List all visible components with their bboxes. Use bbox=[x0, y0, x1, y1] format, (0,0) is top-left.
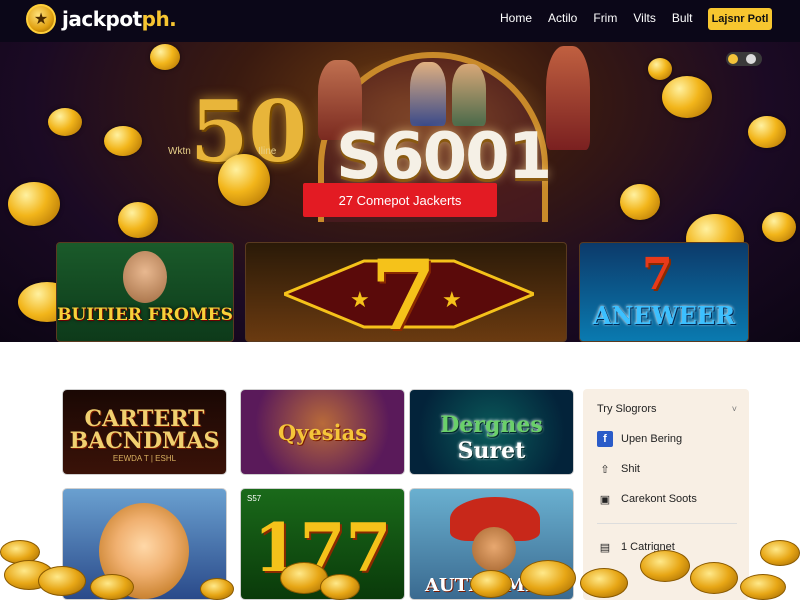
hero-small-right: Iline bbox=[258, 146, 277, 157]
nav-vilts[interactable]: Vilts bbox=[633, 11, 655, 25]
logo-sun-icon: ★ bbox=[26, 4, 56, 34]
hero-card-3-title: ANEWEER bbox=[592, 301, 736, 330]
hero-card-2-title: 7 bbox=[370, 242, 437, 342]
arrow-up-icon: ⇧ bbox=[600, 463, 610, 476]
jackpot-cta-button[interactable]: 27 Comepot Jackerts bbox=[303, 183, 497, 217]
hero-card-3-badge: 7 bbox=[642, 249, 673, 300]
host-character bbox=[123, 251, 167, 303]
coin-icon bbox=[762, 212, 796, 242]
brand-logo[interactable]: ★ jackpotph. bbox=[26, 4, 177, 34]
sidebar-item-label: Upen Bering bbox=[621, 433, 683, 445]
nav-home[interactable]: Home bbox=[500, 11, 532, 25]
star-icon: ★ bbox=[442, 287, 462, 312]
coin-icon bbox=[90, 574, 134, 600]
game-1-subline: EEWDA T | ESHL bbox=[112, 454, 177, 463]
game-tile-3[interactable]: Dergnes Suret bbox=[409, 389, 574, 475]
coin-icon bbox=[320, 574, 360, 600]
nav-bult[interactable]: Bult bbox=[672, 11, 693, 25]
game-3-title-b: Suret bbox=[457, 438, 526, 464]
coin-icon bbox=[648, 58, 672, 80]
game-tile-2[interactable]: Qyesias bbox=[240, 389, 405, 475]
logo-text-main: jackpot bbox=[62, 7, 142, 31]
sidebar-item-label: Try Slogrors bbox=[597, 403, 657, 415]
coin-icon bbox=[470, 570, 512, 598]
game-3-title-a: Dergnes bbox=[440, 412, 543, 438]
theme-toggle[interactable] bbox=[726, 52, 762, 66]
coin-icon bbox=[218, 154, 270, 206]
game-1-title: CARTERT BACNDMAS bbox=[69, 406, 220, 454]
hero-character-right bbox=[546, 46, 590, 150]
coin-icon bbox=[748, 116, 786, 148]
game-5-corner: S57 bbox=[247, 494, 262, 503]
coin-icon bbox=[580, 568, 628, 598]
sidebar-divider bbox=[597, 523, 737, 524]
hero-character-center-2 bbox=[452, 64, 486, 126]
hero-game-card-2[interactable]: ★ ★ 7 bbox=[245, 242, 567, 342]
sidebar-item-upen[interactable]: f Upen Bering bbox=[597, 431, 737, 447]
coin-icon bbox=[520, 560, 576, 596]
sidebar-item-shit[interactable]: ⇧ Shit bbox=[597, 461, 737, 477]
sidebar-item-carekont[interactable]: ▣ Carekont Soots bbox=[597, 491, 737, 507]
game-2-title: Qyesias bbox=[277, 420, 368, 445]
chevron-down-icon: ˅ bbox=[731, 404, 737, 414]
sidebar-item-label: Shit bbox=[621, 463, 640, 475]
signup-button[interactable]: Lajsnr Potl bbox=[708, 8, 772, 30]
nav-frim[interactable]: Frim bbox=[593, 11, 617, 25]
hero-character-center-1 bbox=[410, 62, 446, 126]
main-nav: Home Actilo Frim Vilts Bult bbox=[500, 11, 709, 25]
coin-icon bbox=[104, 126, 142, 156]
nav-actilo[interactable]: Actilo bbox=[548, 11, 577, 25]
hero-small-left: Wktn bbox=[168, 146, 191, 157]
coin-icon bbox=[8, 182, 60, 226]
gift-icon: ▣ bbox=[599, 493, 611, 506]
sidebar-item-try[interactable]: Try Slogrors ˅ bbox=[597, 403, 737, 415]
coin-icon bbox=[200, 578, 234, 600]
game-tile-1[interactable]: CARTERT BACNDMAS EEWDA T | ESHL bbox=[62, 389, 227, 475]
coin-icon bbox=[662, 76, 712, 118]
coin-icon bbox=[38, 566, 86, 596]
facebook-icon: f bbox=[597, 431, 613, 447]
sombrero-face bbox=[472, 527, 516, 571]
coin-icon bbox=[690, 562, 738, 594]
coin-icon bbox=[760, 540, 800, 566]
sidebar-item-label: Carekont Soots bbox=[621, 493, 697, 505]
star-icon: ★ bbox=[350, 287, 370, 312]
coin-icon bbox=[620, 184, 660, 220]
coin-icon bbox=[118, 202, 158, 238]
coin-icon bbox=[640, 550, 690, 582]
coin-icon bbox=[150, 44, 180, 70]
hero-card-1-title: BUITIER FROMES bbox=[57, 305, 233, 325]
coin-icon bbox=[740, 574, 786, 600]
calendar-icon: ▤ bbox=[599, 541, 611, 554]
hero-banner: 50 Wktn Iline S6001 27 Comepot Jackerts … bbox=[0, 42, 800, 342]
toggle-knob-off bbox=[746, 54, 756, 64]
hero-game-card-3[interactable]: 7 ANEWEER bbox=[579, 242, 749, 342]
logo-text-accent: ph. bbox=[141, 7, 177, 31]
hero-game-card-1[interactable]: BUITIER FROMES bbox=[56, 242, 234, 342]
coin-icon bbox=[48, 108, 82, 136]
top-header: ★ jackpotph. Home Actilo Frim Vilts Bult… bbox=[0, 0, 800, 42]
toggle-knob-on bbox=[728, 54, 738, 64]
